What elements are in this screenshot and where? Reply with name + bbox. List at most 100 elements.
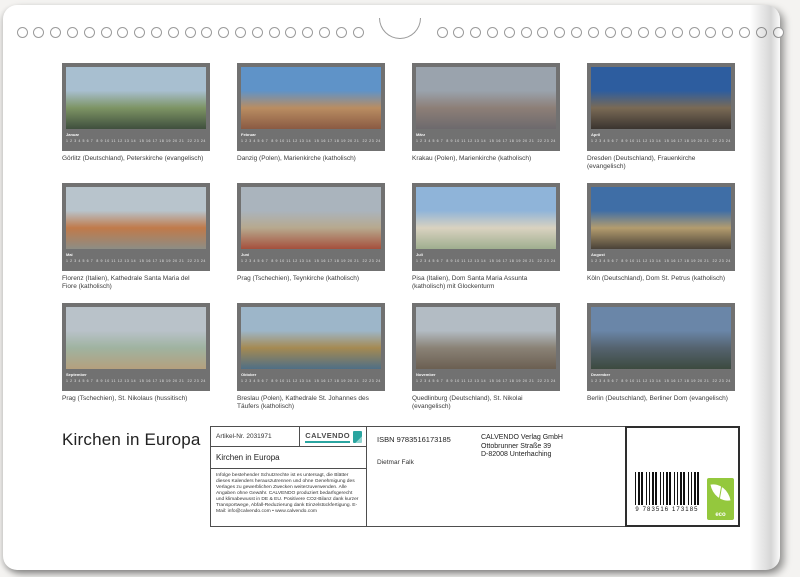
punch-hole <box>319 27 330 38</box>
mini-calendar-days: 1 2 3 4 5 6 7 8 9 10 11 12 13 14 15 16 1… <box>66 259 206 264</box>
calendar-thumbnail: Juli1 2 3 4 5 6 7 8 9 10 11 12 13 14 15 … <box>412 183 560 303</box>
calendar-thumbnail: August1 2 3 4 5 6 7 8 9 10 11 12 13 14 1… <box>587 183 735 303</box>
punch-hole <box>689 27 700 38</box>
mini-calendar-days: 1 2 3 4 5 6 7 8 9 10 11 12 13 14 15 16 1… <box>591 139 731 144</box>
month-photo <box>66 307 206 369</box>
punch-hole <box>201 27 212 38</box>
month-label: August <box>591 252 731 257</box>
hanger-notch <box>379 18 421 39</box>
mini-calendar-days: 1 2 3 4 5 6 7 8 9 10 11 12 13 14 15 16 1… <box>66 379 206 384</box>
barcode-box: 9 783516 173185 eco <box>625 426 740 527</box>
calendar-thumbnail: Dezember1 2 3 4 5 6 7 8 9 10 11 12 13 14… <box>587 303 735 423</box>
punch-hole <box>353 27 364 38</box>
photo-frame: März 1 2 3 4 5 6 7 8 9 10 11 12 13 14 15 … <box>412 63 560 151</box>
punch-hole <box>605 27 616 38</box>
photo-caption: Quedlinburg (Deutschland), St. Nikolai (… <box>412 395 560 410</box>
calendar-thumbnail: Mai 1 2 3 4 5 6 7 8 9 10 11 12 13 14 15 1… <box>62 183 210 303</box>
page-title: Kirchen in Europa <box>62 430 201 450</box>
punch-hole <box>537 27 548 38</box>
calendar-thumbnail: September 1 2 3 4 5 6 7 8 9 10 11 12 13 1… <box>62 303 210 423</box>
mini-calendar-days: 1 2 3 4 5 6 7 8 9 10 11 12 13 14 15 16 1… <box>416 139 556 144</box>
photo-frame: Mai 1 2 3 4 5 6 7 8 9 10 11 12 13 14 15 1… <box>62 183 210 271</box>
punch-hole <box>50 27 61 38</box>
photo-caption: Breslau (Polen), Kathedrale St. Johannes… <box>237 395 385 410</box>
photo-caption: Dresden (Deutschland), Frauenkirche (eva… <box>587 155 735 170</box>
page-edge-shadow <box>750 5 780 570</box>
punch-hole <box>134 27 145 38</box>
calendar-thumbnail: März 1 2 3 4 5 6 7 8 9 10 11 12 13 14 15 … <box>412 63 560 183</box>
artikel-row: Artikel-Nr. 2031971 CALVENDO <box>211 427 366 447</box>
mini-calendar-days: 1 2 3 4 5 6 7 8 9 10 11 12 13 14 15 16 1… <box>241 379 381 384</box>
photo-caption: Krakau (Polen), Marienkirche (katholisch… <box>412 155 560 163</box>
info-box-publisher: ISBN 9783516173185 CALVENDO Verlag GmbH … <box>366 426 626 527</box>
month-label: Mai <box>66 252 206 257</box>
punch-hole <box>621 27 632 38</box>
punch-hole <box>453 27 464 38</box>
punch-hole <box>185 27 196 38</box>
calendar-thumbnail: Februar1 2 3 4 5 6 7 8 9 10 11 12 13 14 … <box>237 63 385 183</box>
calendar-back-page: Januar 1 2 3 4 5 6 7 8 9 10 11 12 13 14 1… <box>3 5 780 570</box>
photo-caption: Görlitz (Deutschland), Peterskirche (eva… <box>62 155 210 163</box>
mini-calendar-days: 1 2 3 4 5 6 7 8 9 10 11 12 13 14 15 16 1… <box>241 139 381 144</box>
photo-caption: Pisa (Italien), Dom Santa Maria Assunta … <box>412 275 560 290</box>
punch-hole <box>33 27 44 38</box>
month-photo <box>416 187 556 249</box>
month-label: Januar <box>66 132 206 137</box>
punch-hole <box>739 27 750 38</box>
calendar-thumbnail: Juni1 2 3 4 5 6 7 8 9 10 11 12 13 14 15 … <box>237 183 385 303</box>
punch-hole <box>17 27 28 38</box>
month-label: März <box>416 132 556 137</box>
punch-hole <box>151 27 162 38</box>
punch-hole <box>235 27 246 38</box>
punch-hole <box>168 27 179 38</box>
calendar-thumbnail: Oktober1 2 3 4 5 6 7 8 9 10 11 12 13 14 … <box>237 303 385 423</box>
punch-hole <box>101 27 112 38</box>
month-photo <box>66 67 206 129</box>
calendar-thumbnail: November 1 2 3 4 5 6 7 8 9 10 11 12 13 14… <box>412 303 560 423</box>
month-label: November <box>416 372 556 377</box>
punch-hole <box>285 27 296 38</box>
month-photo <box>241 307 381 369</box>
photo-caption: Prag (Tschechien), St. Nikolaus (hussiti… <box>62 395 210 403</box>
publisher-address: CALVENDO Verlag GmbH Ottobrunner Straße … <box>481 434 563 460</box>
punch-hole <box>554 27 565 38</box>
publisher-name: CALVENDO Verlag GmbH <box>481 434 563 443</box>
photo-frame: Oktober1 2 3 4 5 6 7 8 9 10 11 12 13 14 … <box>237 303 385 391</box>
punch-hole <box>117 27 128 38</box>
month-label: Juli <box>416 252 556 257</box>
punch-hole <box>756 27 767 38</box>
photo-caption: Florenz (Italien), Kathedrale Santa Mari… <box>62 275 210 290</box>
mini-calendar-days: 1 2 3 4 5 6 7 8 9 10 11 12 13 14 15 16 1… <box>66 139 206 144</box>
punch-hole <box>218 27 229 38</box>
punch-hole <box>672 27 683 38</box>
month-photo <box>591 307 731 369</box>
publisher-city: D-82008 Unterhaching <box>481 451 563 460</box>
month-label: September <box>66 372 206 377</box>
artikel-label: Artikel-Nr. 2031971 <box>216 433 272 440</box>
punch-hole <box>487 27 498 38</box>
punch-hole <box>269 27 280 38</box>
leaf-icon <box>710 482 730 504</box>
punch-hole <box>655 27 666 38</box>
month-label: April <box>591 132 731 137</box>
calendar-page-icon <box>353 431 362 443</box>
calendar-title: Kirchen in Europa <box>211 447 366 469</box>
punch-hole <box>67 27 78 38</box>
thumbnail-grid: Januar 1 2 3 4 5 6 7 8 9 10 11 12 13 14 1… <box>62 63 735 423</box>
legal-text: Infolge bestehender Schutzrechte ist es … <box>211 469 366 519</box>
punch-hole <box>571 27 582 38</box>
month-photo <box>416 67 556 129</box>
photo-frame: Juli1 2 3 4 5 6 7 8 9 10 11 12 13 14 15 … <box>412 183 560 271</box>
punch-hole <box>638 27 649 38</box>
photo-caption: Köln (Deutschland), Dom St. Petrus (kath… <box>587 275 735 283</box>
month-label: Juni <box>241 252 381 257</box>
photo-frame: Dezember1 2 3 4 5 6 7 8 9 10 11 12 13 14… <box>587 303 735 391</box>
month-photo <box>66 187 206 249</box>
month-photo <box>591 187 731 249</box>
punch-hole <box>336 27 347 38</box>
mini-calendar-days: 1 2 3 4 5 6 7 8 9 10 11 12 13 14 15 16 1… <box>416 379 556 384</box>
punch-hole <box>437 27 448 38</box>
punch-hole <box>773 27 784 38</box>
calendar-thumbnail: April 1 2 3 4 5 6 7 8 9 10 11 12 13 14 15… <box>587 63 735 183</box>
punch-hole <box>302 27 313 38</box>
